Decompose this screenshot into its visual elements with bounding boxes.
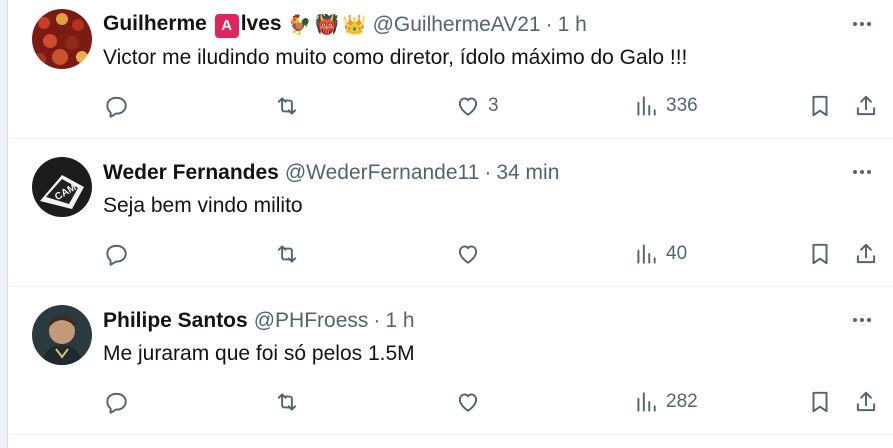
more-icon [853,22,871,26]
view-count: 40 [666,243,688,264]
bookmark-button[interactable] [807,387,833,417]
tweet-header-row: Philipe Santos @PHFroess · 1 h [103,307,415,335]
view-count: 282 [666,391,698,412]
display-name[interactable]: Guilherme Alves [103,12,282,38]
user-handle[interactable]: @WederFernande11 [285,161,480,185]
heart-icon [458,245,478,264]
tweet-text: Seja bem vindo milito [103,194,303,217]
display-name[interactable]: Philipe Santos [103,309,248,333]
more-options-button[interactable] [847,160,877,184]
share-icon [856,243,876,264]
rooster-emoji: 🐓 [287,15,312,36]
tweet-actions: 282 [103,387,883,417]
reply-button[interactable] [103,91,129,121]
more-options-button[interactable] [847,12,877,36]
bookmark-button[interactable] [807,239,833,269]
tweet-text: Victor me iludindo muito como diretor, í… [103,46,688,69]
views-icon [637,96,656,116]
retweet-icon [277,245,297,263]
user-handle[interactable]: @GuilhermeAV21 [373,13,541,37]
reply-button[interactable] [103,239,129,269]
share-button[interactable] [853,387,879,417]
retweet-icon [277,393,297,411]
timestamp[interactable]: 1 h [558,13,587,37]
views-icon [637,392,656,412]
tweet-text: Me juraram que foi só pelos 1.5M [103,342,415,365]
heart-icon [458,393,478,412]
avatar[interactable] [32,9,92,69]
like-count: 3 [488,95,499,116]
tweet-actions: 3 336 [103,91,883,121]
retweet-icon [277,97,297,115]
like-button[interactable]: 3 [455,91,499,121]
share-icon [856,95,876,116]
timestamp[interactable]: 1 h [385,309,414,333]
view-count: 336 [666,95,698,116]
share-button[interactable] [853,239,879,269]
retweet-button[interactable] [274,239,300,269]
tweet-header-row: Weder Fernandes @WederFernande11 · 34 mi… [103,159,559,187]
reply-icon [106,392,127,414]
more-icon [853,318,871,322]
like-button[interactable] [455,387,481,417]
separator-dot: · [484,161,492,184]
reply-button[interactable] [103,387,129,417]
separator-dot: · [373,309,381,332]
views-button[interactable]: 336 [633,91,698,121]
avatar[interactable] [32,305,92,365]
tweet-actions: 40 [103,239,883,269]
bookmark-icon [812,95,828,117]
reply-icon [106,244,127,266]
user-handle[interactable]: @PHFroess [254,309,369,333]
tweet-header: Guilherme Alves 🐓 👹 👑 @GuilhermeAV21 · 1… [103,11,587,39]
display-name[interactable]: Weder Fernandes [103,161,279,185]
reply-feed: Guilherme Alves 🐓 👹 👑 @GuilhermeAV21 · 1… [9,0,893,435]
retweet-button[interactable] [274,387,300,417]
more-icon [853,170,871,174]
bookmark-icon [812,391,828,413]
like-button[interactable] [455,239,481,269]
reply-icon [106,96,127,118]
views-button[interactable]: 40 [633,239,687,269]
separator-dot: · [545,13,553,36]
views-button[interactable]: 282 [633,387,698,417]
crown-emoji: 👑 [342,15,367,36]
tweet[interactable]: CAM Weder Fernandes @WederFernande11 · 3… [9,139,893,287]
more-options-button[interactable] [847,308,877,332]
bookmark-icon [812,243,828,265]
tweet[interactable]: Guilherme Alves 🐓 👹 👑 @GuilhermeAV21 · 1… [9,0,893,139]
bookmark-button[interactable] [807,91,833,121]
share-button[interactable] [853,91,879,121]
views-icon [637,244,656,264]
timestamp[interactable]: 34 min [496,161,559,185]
heart-icon [458,97,478,116]
ogre-emoji: 👹 [315,15,339,36]
avatar[interactable]: CAM [32,157,92,217]
letter-a-badge: A [214,13,239,38]
retweet-button[interactable] [274,91,300,121]
tweet[interactable]: Philipe Santos @PHFroess · 1 h Me jurara… [9,287,893,435]
share-icon [856,391,876,412]
left-border [0,0,8,448]
